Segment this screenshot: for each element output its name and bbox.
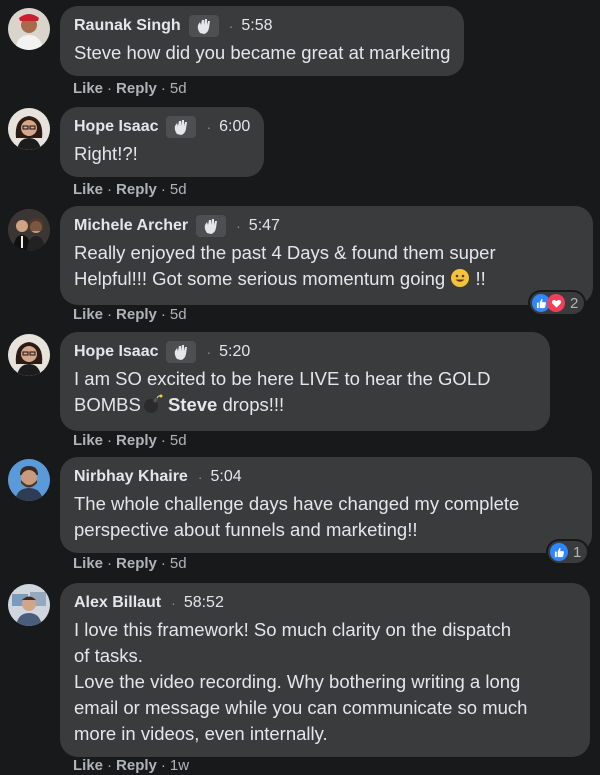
waving-hand-icon: [196, 215, 227, 237]
reaction-summary[interactable]: 1: [548, 541, 588, 563]
like-link[interactable]: Like: [73, 432, 103, 449]
separator-dot: ·: [206, 119, 212, 135]
separator-dot: ·: [160, 756, 166, 774]
mentioned-user[interactable]: Steve: [168, 394, 217, 415]
avatar[interactable]: [8, 8, 50, 50]
comment-actions: Like · Reply · 5d: [73, 553, 187, 573]
comment-text: Right!?!: [74, 143, 138, 164]
like-link[interactable]: Like: [73, 555, 103, 572]
author-name[interactable]: Alex Billaut: [74, 594, 161, 612]
comment-bubble: Hope Isaac · 5:20 I am SO excited to be …: [60, 332, 550, 431]
separator-dot: ·: [160, 180, 166, 198]
timestamp[interactable]: 5:58: [241, 17, 272, 35]
author-name[interactable]: Raunak Singh: [74, 17, 181, 35]
separator-dot: ·: [160, 554, 166, 572]
comment-bubble: Hope Isaac · 6:00 Right!?!: [60, 107, 265, 177]
avatar[interactable]: [8, 584, 50, 626]
reaction-summary[interactable]: 2: [530, 292, 585, 314]
comment-actions: Like · Reply · 5d: [73, 430, 187, 450]
separator-dot: ·: [107, 756, 113, 774]
like-reaction-icon: [550, 543, 568, 561]
comment-actions: Like · Reply · 5d: [73, 304, 187, 324]
comment-age[interactable]: 1w: [170, 757, 189, 774]
separator-dot: ·: [160, 305, 166, 323]
separator-dot: ·: [197, 469, 203, 485]
comment-actions: Like · Reply · 5d: [73, 179, 187, 199]
separator-dot: ·: [236, 218, 241, 234]
separator-dot: ·: [107, 79, 113, 97]
separator-dot: ·: [228, 18, 234, 34]
reply-link[interactable]: Reply: [116, 555, 157, 572]
like-link[interactable]: Like: [73, 80, 103, 97]
comment-actions: Like · Reply · 5d: [73, 78, 187, 98]
waving-hand-icon: [188, 15, 219, 37]
comment-bubble: Michele Archer · 5:47 Really enjoyed the…: [60, 206, 593, 305]
author-name[interactable]: Hope Isaac: [74, 118, 158, 136]
reply-link[interactable]: Reply: [116, 432, 157, 449]
timestamp[interactable]: 6:00: [219, 118, 250, 136]
like-link[interactable]: Like: [73, 757, 103, 774]
separator-dot: ·: [107, 305, 113, 323]
reply-link[interactable]: Reply: [116, 80, 157, 97]
avatar[interactable]: [8, 108, 50, 150]
separator-dot: ·: [107, 554, 113, 572]
comment-text: Really enjoyed the past 4 Days & found t…: [74, 240, 579, 295]
author-name[interactable]: Michele Archer: [74, 217, 188, 235]
author-name[interactable]: Nirbhay Khaire: [74, 468, 188, 486]
comment-age[interactable]: 5d: [170, 555, 187, 572]
waving-hand-icon: [166, 341, 197, 363]
comment-age[interactable]: 5d: [170, 80, 187, 97]
reaction-count: 1: [573, 543, 582, 561]
comment-age[interactable]: 5d: [170, 432, 187, 449]
comment-bubble: Alex Billaut · 58:52 I love this framewo…: [60, 583, 590, 757]
bomb-emoji-icon: [141, 394, 163, 421]
timestamp[interactable]: 58:52: [184, 594, 224, 612]
separator-dot: ·: [171, 595, 176, 611]
comment-bubble: Nirbhay Khaire · 5:04 The whole challeng…: [60, 457, 592, 553]
waving-hand-icon: [166, 116, 197, 138]
comment-text: I love this framework! So much clarity o…: [74, 619, 528, 744]
avatar[interactable]: [8, 334, 50, 376]
comment-age[interactable]: 5d: [170, 181, 187, 198]
separator-dot: ·: [160, 431, 166, 449]
separator-dot: ·: [160, 79, 166, 97]
avatar[interactable]: [8, 459, 50, 501]
comment-text: The whole challenge days have changed my…: [74, 493, 520, 540]
like-link[interactable]: Like: [73, 306, 103, 323]
reply-link[interactable]: Reply: [116, 181, 157, 198]
reply-link[interactable]: Reply: [116, 306, 157, 323]
author-name[interactable]: Hope Isaac: [74, 343, 158, 361]
timestamp[interactable]: 5:47: [249, 217, 280, 235]
timestamp[interactable]: 5:04: [210, 468, 241, 486]
comment-text: I am SO excited to be here LIVE to hear …: [74, 366, 536, 421]
timestamp[interactable]: 5:20: [219, 343, 250, 361]
comment-bubble: Raunak Singh · 5:58 Steve how did you be…: [60, 6, 465, 76]
avatar[interactable]: [8, 209, 50, 251]
love-reaction-icon: [547, 294, 565, 312]
reaction-count: 2: [570, 294, 579, 312]
separator-dot: ·: [206, 344, 212, 360]
separator-dot: ·: [107, 180, 113, 198]
comment-text: Steve how did you became great at markei…: [74, 42, 451, 63]
like-link[interactable]: Like: [73, 181, 103, 198]
smiley-emoji-icon: [450, 268, 470, 295]
comment-age[interactable]: 5d: [170, 306, 187, 323]
comment-actions: Like · Reply · 1w: [73, 755, 189, 775]
separator-dot: ·: [107, 431, 113, 449]
reply-link[interactable]: Reply: [116, 757, 157, 774]
